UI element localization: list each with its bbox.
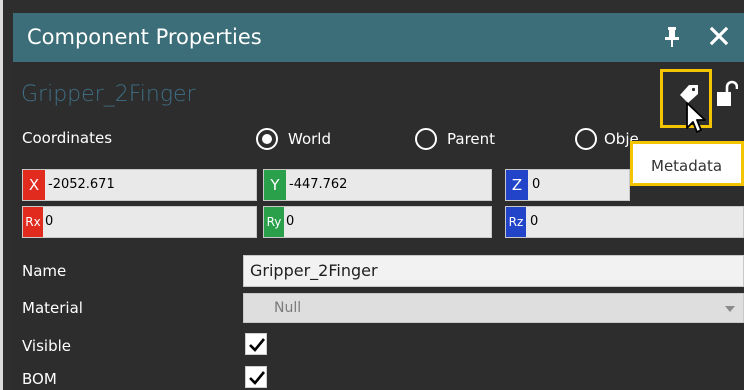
name-input-value: Gripper_2Finger xyxy=(250,261,378,280)
metadata-tooltip: Metadata xyxy=(630,141,744,186)
dropdown-arrow-icon xyxy=(725,306,735,312)
name-label: Name xyxy=(22,262,67,280)
component-name: Gripper_2Finger xyxy=(21,82,196,107)
z-tag: Z xyxy=(506,170,528,200)
bom-label: BOM xyxy=(22,370,57,388)
pin-icon[interactable] xyxy=(664,26,680,48)
material-dropdown[interactable]: Null xyxy=(243,293,744,323)
cursor-icon xyxy=(686,102,706,133)
radio-object[interactable] xyxy=(575,128,597,150)
checkmark-icon xyxy=(249,338,266,352)
y-tag: Y xyxy=(264,170,286,200)
rx-tag: Rx xyxy=(23,207,43,237)
ry-value: 0 xyxy=(286,214,295,229)
metadata-tooltip-text: Metadata xyxy=(651,157,723,175)
bom-checkbox[interactable] xyxy=(245,366,267,388)
unlock-icon[interactable] xyxy=(716,80,738,108)
close-icon[interactable] xyxy=(707,24,731,48)
z-field[interactable]: Z 0 xyxy=(505,169,630,201)
panel-title: Component Properties xyxy=(27,25,262,49)
rx-value: 0 xyxy=(45,214,54,229)
component-properties-panel: Component Properties Gripper_2Finger Coo… xyxy=(0,0,744,390)
radio-world-label: World xyxy=(288,130,331,148)
radio-world[interactable] xyxy=(256,128,278,150)
x-value: -2052.671 xyxy=(48,177,115,192)
name-input[interactable]: Gripper_2Finger xyxy=(243,255,744,287)
coordinates-label: Coordinates xyxy=(22,129,113,147)
ry-field[interactable]: Ry 0 xyxy=(263,206,492,238)
x-tag: X xyxy=(23,170,45,200)
checkmark-icon xyxy=(249,371,266,385)
radio-parent[interactable] xyxy=(415,128,437,150)
panel-titlebar: Component Properties xyxy=(13,13,744,62)
x-field[interactable]: X -2052.671 xyxy=(22,169,257,201)
rx-field[interactable]: Rx 0 xyxy=(22,206,257,238)
visible-label: Visible xyxy=(22,337,71,355)
z-value: 0 xyxy=(532,177,541,192)
rz-field[interactable]: Rz 0 xyxy=(505,206,744,238)
radio-parent-label: Parent xyxy=(447,130,496,148)
visible-checkbox[interactable] xyxy=(245,333,267,355)
panel-left-border xyxy=(0,0,3,390)
material-label: Material xyxy=(22,299,83,317)
rz-value: 0 xyxy=(530,214,539,229)
material-selected-value: Null xyxy=(274,300,302,316)
y-field[interactable]: Y -447.762 xyxy=(263,169,492,201)
ry-tag: Ry xyxy=(264,207,284,237)
y-value: -447.762 xyxy=(289,177,348,192)
rz-tag: Rz xyxy=(506,207,526,237)
